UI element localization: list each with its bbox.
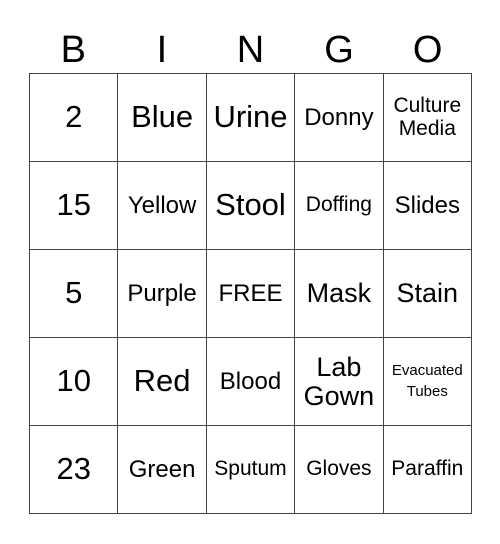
bingo-cell[interactable]: Paraffin: [383, 426, 472, 514]
bingo-cell[interactable]: Evacuated Tubes: [383, 338, 472, 426]
bingo-cell[interactable]: Doffing: [295, 162, 384, 250]
bingo-cell[interactable]: Lab Gown: [295, 338, 384, 426]
bingo-cell[interactable]: 10: [30, 338, 119, 426]
bingo-cell[interactable]: Blue: [118, 74, 207, 162]
bingo-cell[interactable]: Green: [118, 426, 207, 514]
free-space-cell[interactable]: FREE: [206, 250, 296, 338]
header-letter-o: O: [412, 29, 443, 71]
bingo-cell[interactable]: Gloves: [295, 426, 384, 514]
bingo-cell[interactable]: Culture Media: [383, 74, 472, 162]
bingo-cell[interactable]: 23: [30, 426, 119, 514]
bingo-cell[interactable]: Purple: [118, 250, 207, 338]
bingo-cell[interactable]: Stool: [206, 162, 296, 250]
bingo-cell[interactable]: Slides: [383, 162, 472, 250]
bingo-cell[interactable]: 5: [30, 250, 119, 338]
header-letter-n: N: [236, 29, 265, 71]
bingo-cell[interactable]: Red: [118, 338, 207, 426]
bingo-cell[interactable]: Urine: [206, 74, 296, 162]
bingo-cell[interactable]: Donny: [295, 74, 384, 162]
bingo-cell[interactable]: Mask: [295, 250, 384, 338]
bingo-cell[interactable]: Sputum: [206, 426, 296, 514]
header-letter-g: G: [324, 29, 354, 71]
header-letter-b: B: [60, 29, 86, 71]
bingo-cell[interactable]: Yellow: [118, 162, 207, 250]
bingo-cell[interactable]: Stain: [383, 250, 472, 338]
bingo-cell[interactable]: 15: [30, 162, 119, 250]
bingo-cell[interactable]: Blood: [206, 338, 296, 426]
header-letter-i: I: [156, 29, 168, 71]
bingo-header: B I N G O: [29, 28, 472, 73]
bingo-cell[interactable]: 2: [30, 74, 119, 162]
bingo-grid: 2 Blue Urine Donny Culture Media 15 Yell…: [29, 73, 472, 514]
